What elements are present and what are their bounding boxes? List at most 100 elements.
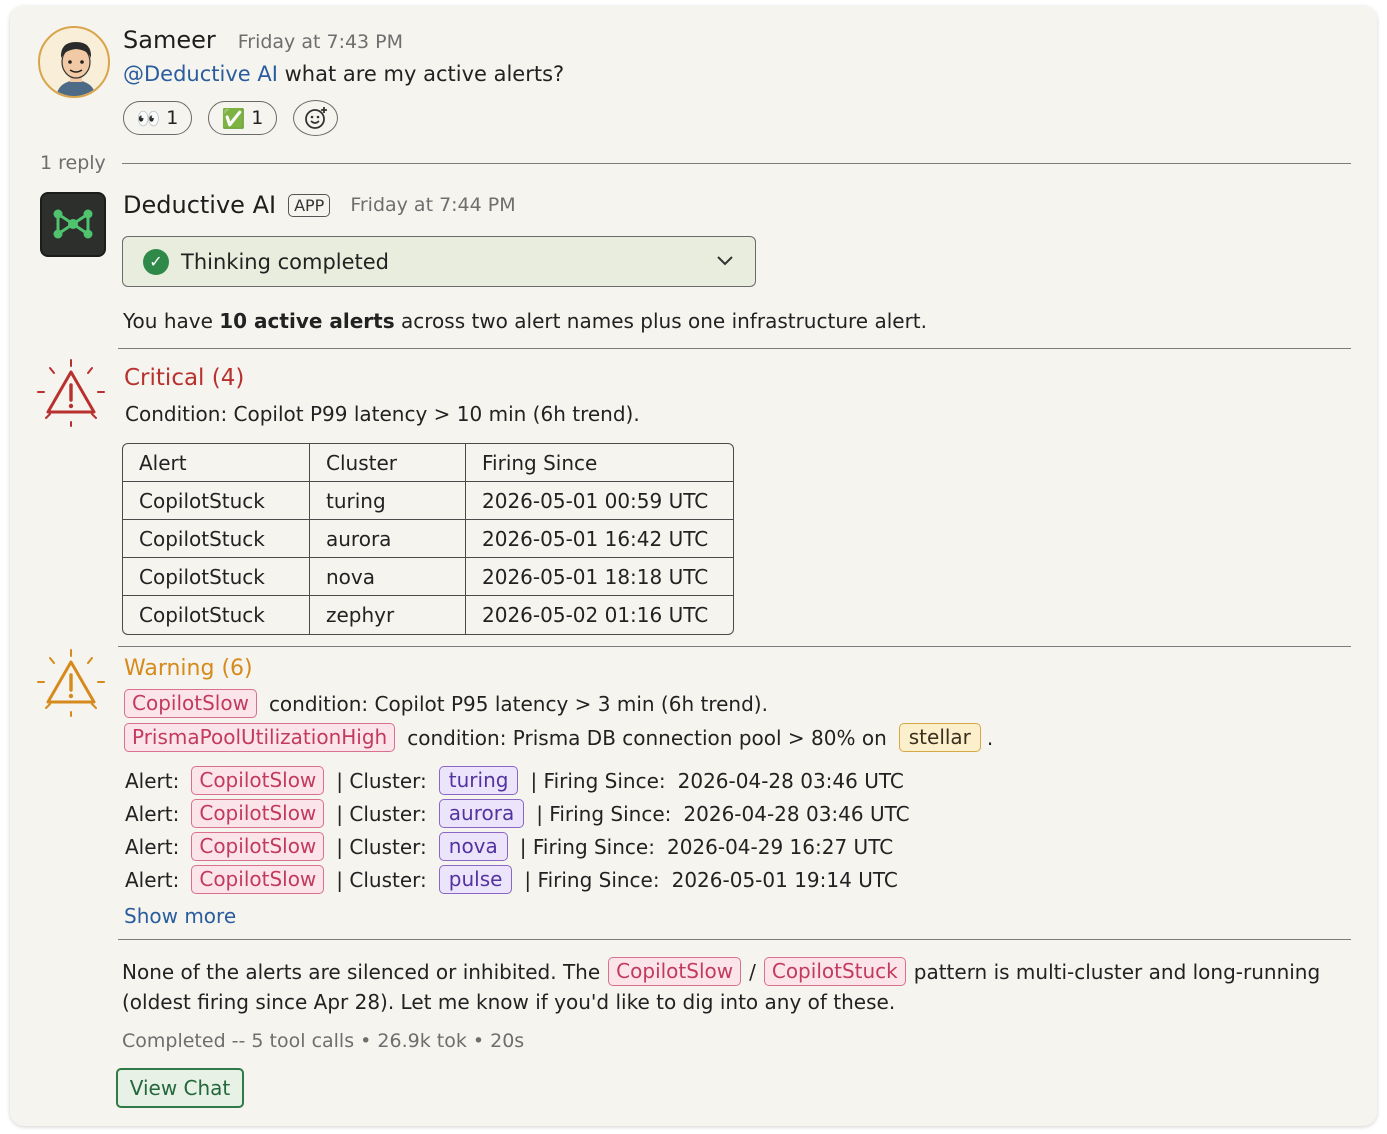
- cluster-tag[interactable]: turing: [438, 766, 519, 795]
- user-message-text: @Deductive AI what are my active alerts?: [123, 62, 564, 86]
- summary-post: across two alert names plus one infrastr…: [394, 309, 927, 333]
- mention-link[interactable]: @Deductive AI: [123, 62, 278, 86]
- warning-alert-row: Alert: CopilotSlow | Cluster: turing | F…: [125, 766, 904, 795]
- user-timestamp[interactable]: Friday at 7:43 PM: [238, 31, 403, 53]
- cluster-tag[interactable]: nova: [438, 832, 508, 861]
- closing-text: None of the alerts are silenced or inhib…: [122, 959, 601, 984]
- alert-label: Alert:: [125, 801, 180, 826]
- check-mark-icon: ✅: [221, 107, 246, 130]
- column-header: Cluster: [310, 444, 466, 482]
- since-label: | Firing Since:: [519, 834, 655, 859]
- slash: /: [749, 959, 756, 984]
- alert-tag[interactable]: CopilotSlow: [191, 832, 325, 861]
- reply-divider: [122, 163, 1351, 164]
- alert-cell: CopilotStuck: [123, 558, 310, 596]
- alert-label: Alert:: [125, 834, 180, 859]
- alert-tag[interactable]: CopilotSlow: [191, 799, 325, 828]
- summary-pre: You have: [123, 309, 220, 333]
- add-emoji-icon: [304, 107, 327, 129]
- since-value: 2026-04-28 03:46 UTC: [677, 768, 904, 793]
- closing-line-2: (oldest firing since Apr 28). Let me kno…: [122, 990, 896, 1014]
- table-row: CopilotStuck aurora 2026-05-01 16:42 UTC: [123, 520, 733, 558]
- thinking-panel[interactable]: ✓ Thinking completed: [122, 236, 756, 287]
- network-logo-icon: [53, 209, 93, 239]
- table-row: CopilotStuck zephyr 2026-05-02 01:16 UTC: [123, 596, 733, 634]
- summary-text: You have 10 active alerts across two ale…: [123, 309, 927, 333]
- alert-tag[interactable]: CopilotSlow: [191, 766, 325, 795]
- critical-alerts-table: Alert Cluster Firing Since CopilotStuck …: [122, 443, 734, 635]
- thinking-label: Thinking completed: [181, 249, 390, 274]
- cluster-cell: aurora: [310, 520, 466, 558]
- critical-condition: Condition: Copilot P99 latency > 10 min …: [125, 402, 640, 426]
- warning-alert-row: Alert: CopilotSlow | Cluster: pulse | Fi…: [125, 865, 898, 894]
- section-divider: [118, 646, 1351, 647]
- cluster-label: | Cluster:: [336, 834, 427, 859]
- condition-text: condition: Prisma DB connection pool > 8…: [407, 725, 887, 750]
- table-row: CopilotStuck nova 2026-05-01 18:18 UTC: [123, 558, 733, 596]
- warning-condition-2: PrismaPoolUtilizationHigh condition: Pri…: [124, 723, 993, 752]
- cluster-label: | Cluster:: [336, 801, 427, 826]
- since-value: 2026-05-01 19:14 UTC: [671, 867, 898, 892]
- eyes-icon: 👀: [136, 107, 161, 130]
- since-value: 2026-04-29 16:27 UTC: [666, 834, 894, 859]
- summary-bold: 10 active alerts: [219, 309, 395, 333]
- check-circle-icon: ✓: [143, 248, 169, 275]
- section-divider: [118, 939, 1351, 940]
- alert-tag[interactable]: PrismaPoolUtilizationHigh: [124, 723, 396, 752]
- alert-cell: CopilotStuck: [123, 482, 310, 520]
- alert-tag[interactable]: CopilotSlow: [191, 865, 325, 894]
- alert-tag[interactable]: CopilotStuck: [763, 957, 906, 986]
- reaction-check[interactable]: ✅ 1: [208, 101, 277, 135]
- closing-text: pattern is multi-cluster and long-runnin…: [913, 959, 1321, 984]
- condition-text: condition: Copilot P95 latency > 3 min (…: [268, 691, 768, 716]
- since-label: | Firing Since:: [530, 768, 666, 793]
- alert-label: Alert:: [125, 867, 180, 892]
- period: .: [986, 725, 994, 750]
- cluster-tag[interactable]: pulse: [438, 865, 513, 894]
- show-more-link[interactable]: Show more: [124, 904, 236, 928]
- warning-title: Warning (6): [124, 656, 253, 681]
- warning-icon: [37, 649, 105, 717]
- firing-since-cell: 2026-05-01 16:42 UTC: [466, 520, 733, 558]
- user-avatar[interactable]: [38, 26, 110, 98]
- alert-cell: CopilotStuck: [123, 520, 310, 558]
- reply-count[interactable]: 1 reply: [40, 152, 106, 174]
- cluster-label: | Cluster:: [336, 768, 427, 793]
- bot-name[interactable]: Deductive AI: [123, 191, 276, 219]
- cluster-cell: turing: [310, 482, 466, 520]
- reaction-eyes[interactable]: 👀 1: [123, 101, 192, 135]
- user-message-header: Sameer Friday at 7:43 PM: [123, 26, 403, 54]
- bot-avatar[interactable]: [40, 192, 106, 257]
- user-name[interactable]: Sameer: [123, 26, 216, 54]
- alert-cell: CopilotStuck: [123, 596, 310, 634]
- warning-alert-row: Alert: CopilotSlow | Cluster: nova | Fir…: [125, 832, 893, 861]
- alert-tag[interactable]: CopilotSlow: [608, 957, 742, 986]
- column-header: Firing Since: [466, 444, 733, 482]
- critical-warning-icon: [37, 359, 105, 427]
- since-label: | Firing Since:: [536, 801, 672, 826]
- reaction-count: 1: [166, 107, 179, 129]
- cluster-label: | Cluster:: [336, 867, 427, 892]
- firing-since-cell: 2026-05-01 18:18 UTC: [466, 558, 733, 596]
- section-divider: [118, 348, 1351, 349]
- closing-line-1: None of the alerts are silenced or inhib…: [122, 957, 1320, 986]
- chevron-down-icon[interactable]: [715, 254, 735, 268]
- alert-tag[interactable]: CopilotSlow: [124, 689, 257, 718]
- add-reaction-button[interactable]: [293, 100, 338, 136]
- completion-meta: Completed -- 5 tool calls • 26.9k tok • …: [122, 1030, 525, 1052]
- bot-timestamp[interactable]: Friday at 7:44 PM: [350, 194, 515, 216]
- cluster-cell: zephyr: [310, 596, 466, 634]
- cluster-tag[interactable]: aurora: [438, 799, 525, 828]
- reaction-count: 1: [251, 107, 264, 129]
- cluster-cell: nova: [310, 558, 466, 596]
- cluster-tag[interactable]: stellar: [898, 723, 981, 752]
- since-label: | Firing Since:: [524, 867, 660, 892]
- user-message-body: what are my active alerts?: [284, 62, 565, 86]
- alert-label: Alert:: [125, 768, 180, 793]
- app-badge: APP: [288, 193, 331, 217]
- warning-alert-row: Alert: CopilotSlow | Cluster: aurora | F…: [125, 799, 910, 828]
- column-header: Alert: [123, 444, 310, 482]
- view-chat-button[interactable]: View Chat: [116, 1068, 244, 1108]
- table-header-row: Alert Cluster Firing Since: [123, 444, 733, 482]
- critical-title: Critical (4): [124, 365, 245, 391]
